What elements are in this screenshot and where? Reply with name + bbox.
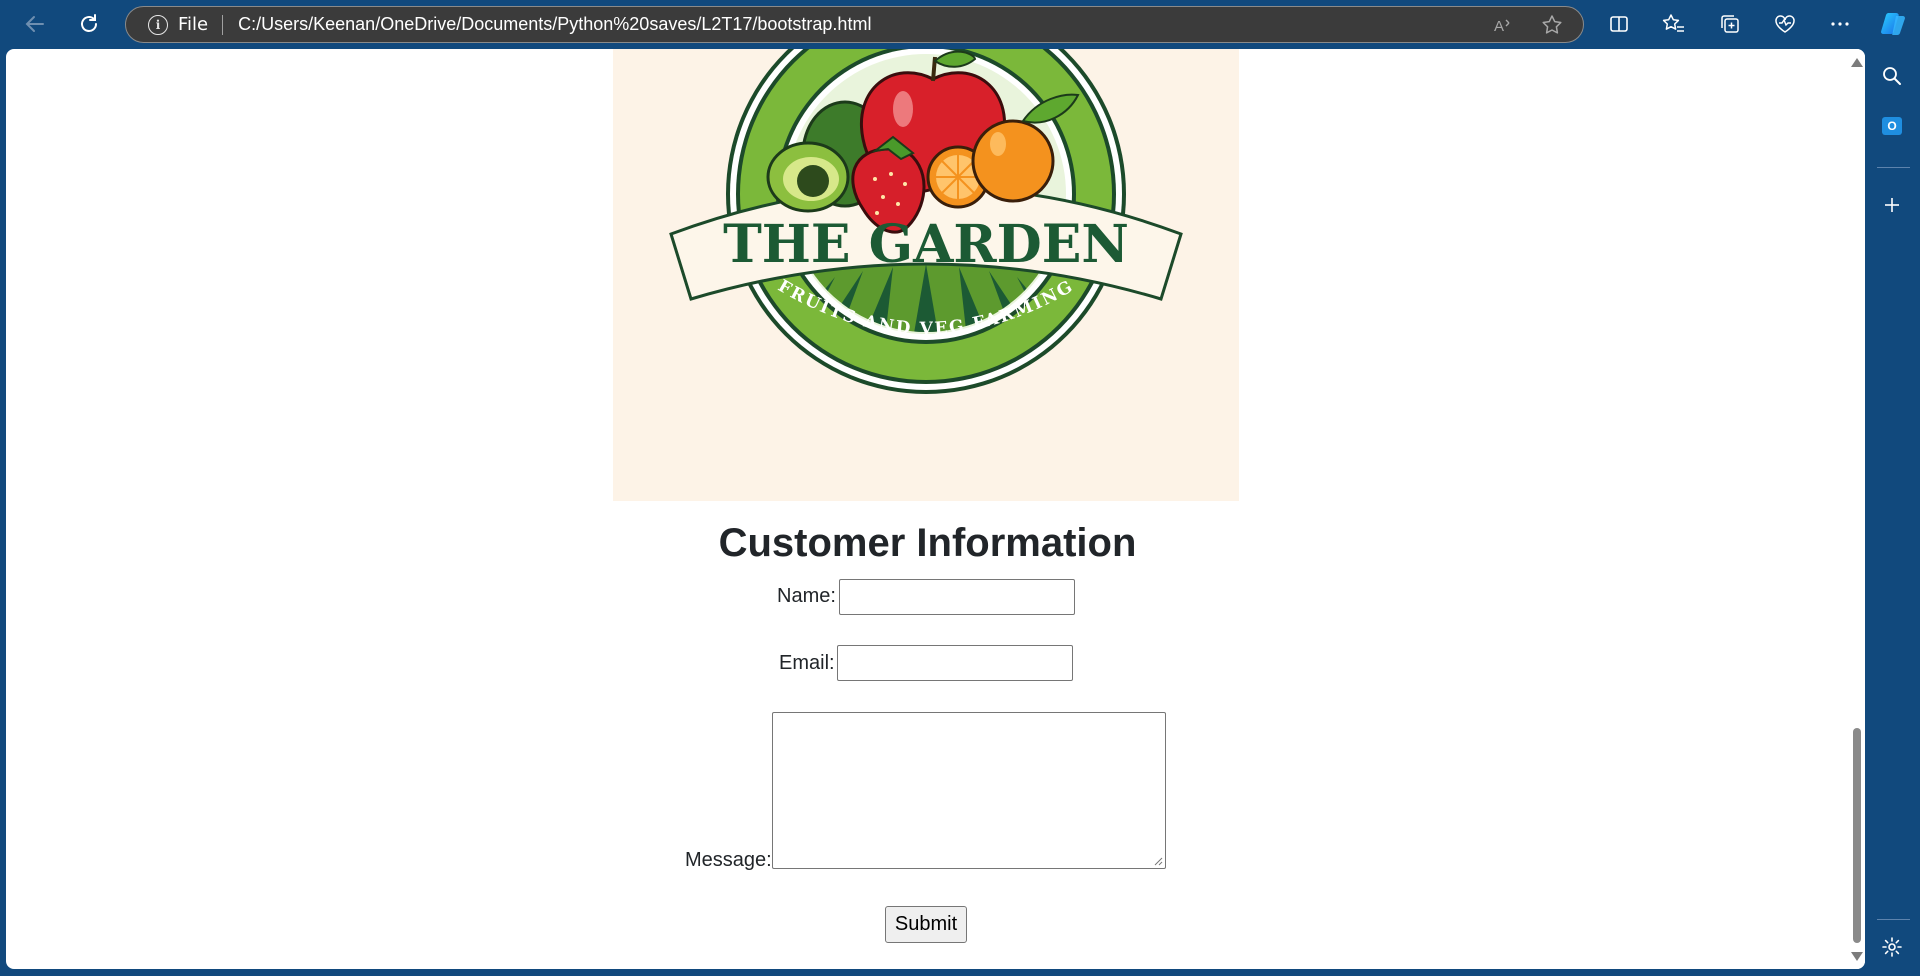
search-icon[interactable] (1874, 58, 1910, 94)
settings-icon[interactable] (1874, 929, 1910, 965)
browser-toolbar: i File C:/Users/Keenan/OneDrive/Document… (0, 0, 1920, 49)
email-input[interactable] (837, 645, 1073, 681)
more-icon[interactable] (1822, 8, 1858, 40)
info-icon[interactable]: i (148, 14, 168, 35)
resize-grip-icon[interactable] (1153, 856, 1163, 866)
scroll-down-arrow-icon[interactable] (1851, 952, 1863, 961)
scroll-thumb[interactable] (1853, 728, 1861, 943)
svg-text:A: A (1494, 18, 1504, 35)
back-arrow-icon[interactable] (17, 8, 53, 40)
name-input[interactable] (839, 579, 1075, 615)
refresh-icon[interactable] (71, 8, 107, 40)
page-title: Customer Information (718, 521, 1137, 565)
browser-sidebar: O (1865, 49, 1920, 976)
logo-title: THE GARDEN (723, 214, 1129, 275)
message-label: Message: (685, 849, 772, 871)
url-text[interactable]: C:/Users/Keenan/OneDrive/Documents/Pytho… (238, 14, 871, 35)
address-bar[interactable]: i File C:/Users/Keenan/OneDrive/Document… (125, 6, 1584, 43)
message-textarea[interactable] (772, 712, 1166, 869)
sidebar-divider-bottom (1877, 919, 1910, 920)
scheme-label: File (178, 14, 209, 35)
outlook-letter: O (1882, 117, 1902, 135)
outlook-icon[interactable]: O (1874, 108, 1910, 144)
copilot-icon[interactable] (1875, 8, 1911, 40)
favorites-icon[interactable] (1656, 8, 1692, 40)
split-screen-icon[interactable] (1601, 8, 1637, 40)
submit-button[interactable]: Submit (885, 906, 967, 943)
scroll-up-arrow-icon[interactable] (1851, 58, 1863, 67)
page-viewport: THE GARDEN FRUITS AND VEG FARMING Custom… (6, 49, 1865, 969)
garden-logo: THE GARDEN FRUITS AND VEG FARMING (613, 49, 1239, 501)
name-label: Name: (777, 585, 836, 607)
email-label: Email: (779, 652, 835, 674)
add-icon[interactable] (1874, 187, 1910, 223)
heart-pulse-icon[interactable] (1767, 8, 1803, 40)
address-divider (222, 14, 224, 35)
read-aloud-icon[interactable]: A (1492, 14, 1514, 41)
vertical-scrollbar[interactable] (1849, 49, 1865, 969)
sidebar-divider (1877, 167, 1910, 168)
collections-icon[interactable] (1712, 8, 1748, 40)
star-icon[interactable] (1541, 14, 1563, 41)
